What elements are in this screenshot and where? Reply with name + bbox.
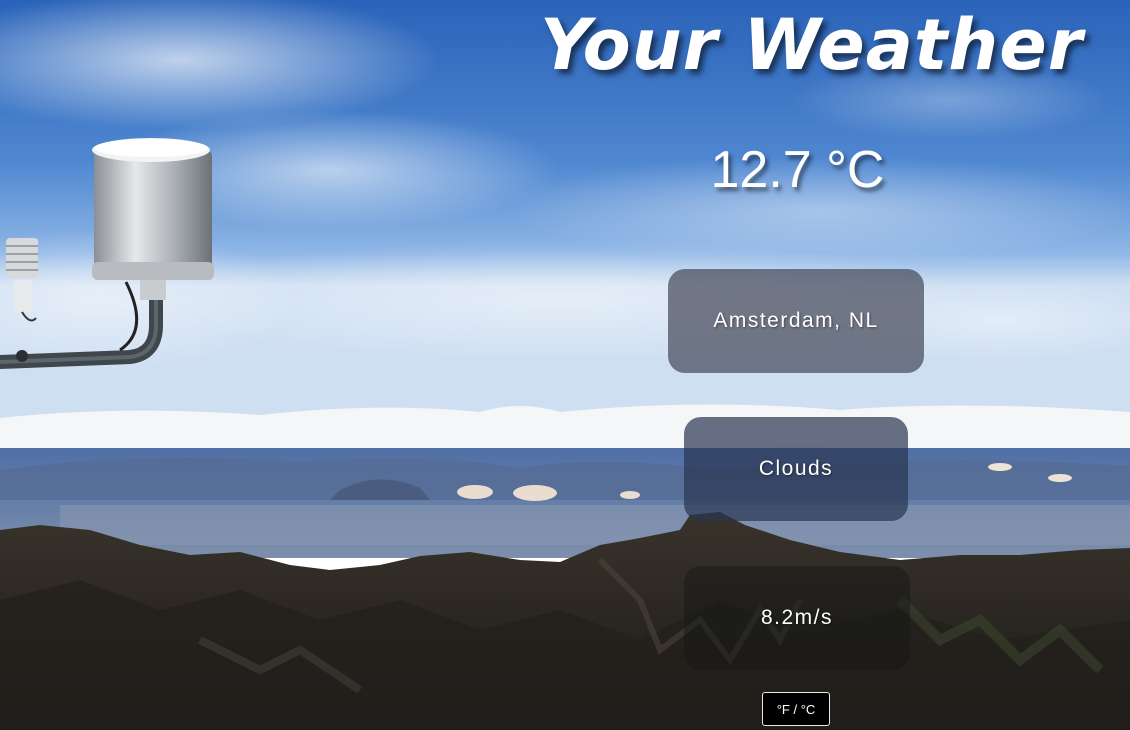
background-photo xyxy=(0,0,1130,730)
location-card: Amsterdam, NL xyxy=(668,269,924,373)
condition-label: Clouds xyxy=(758,457,834,480)
wind-speed-label: 8.2m/s xyxy=(760,606,834,629)
temperature-reading: 12.7 °C xyxy=(710,141,885,199)
weather-app: Your Weather 12.7 °C Amsterdam, NL Cloud… xyxy=(0,0,1130,730)
condition-card: Clouds xyxy=(684,417,908,521)
app-title: Your Weather xyxy=(540,4,1084,86)
unit-toggle-button[interactable]: °F / °C xyxy=(762,692,830,726)
wind-card: 8.2m/s xyxy=(684,566,910,670)
location-label: Amsterdam, NL xyxy=(713,309,879,332)
